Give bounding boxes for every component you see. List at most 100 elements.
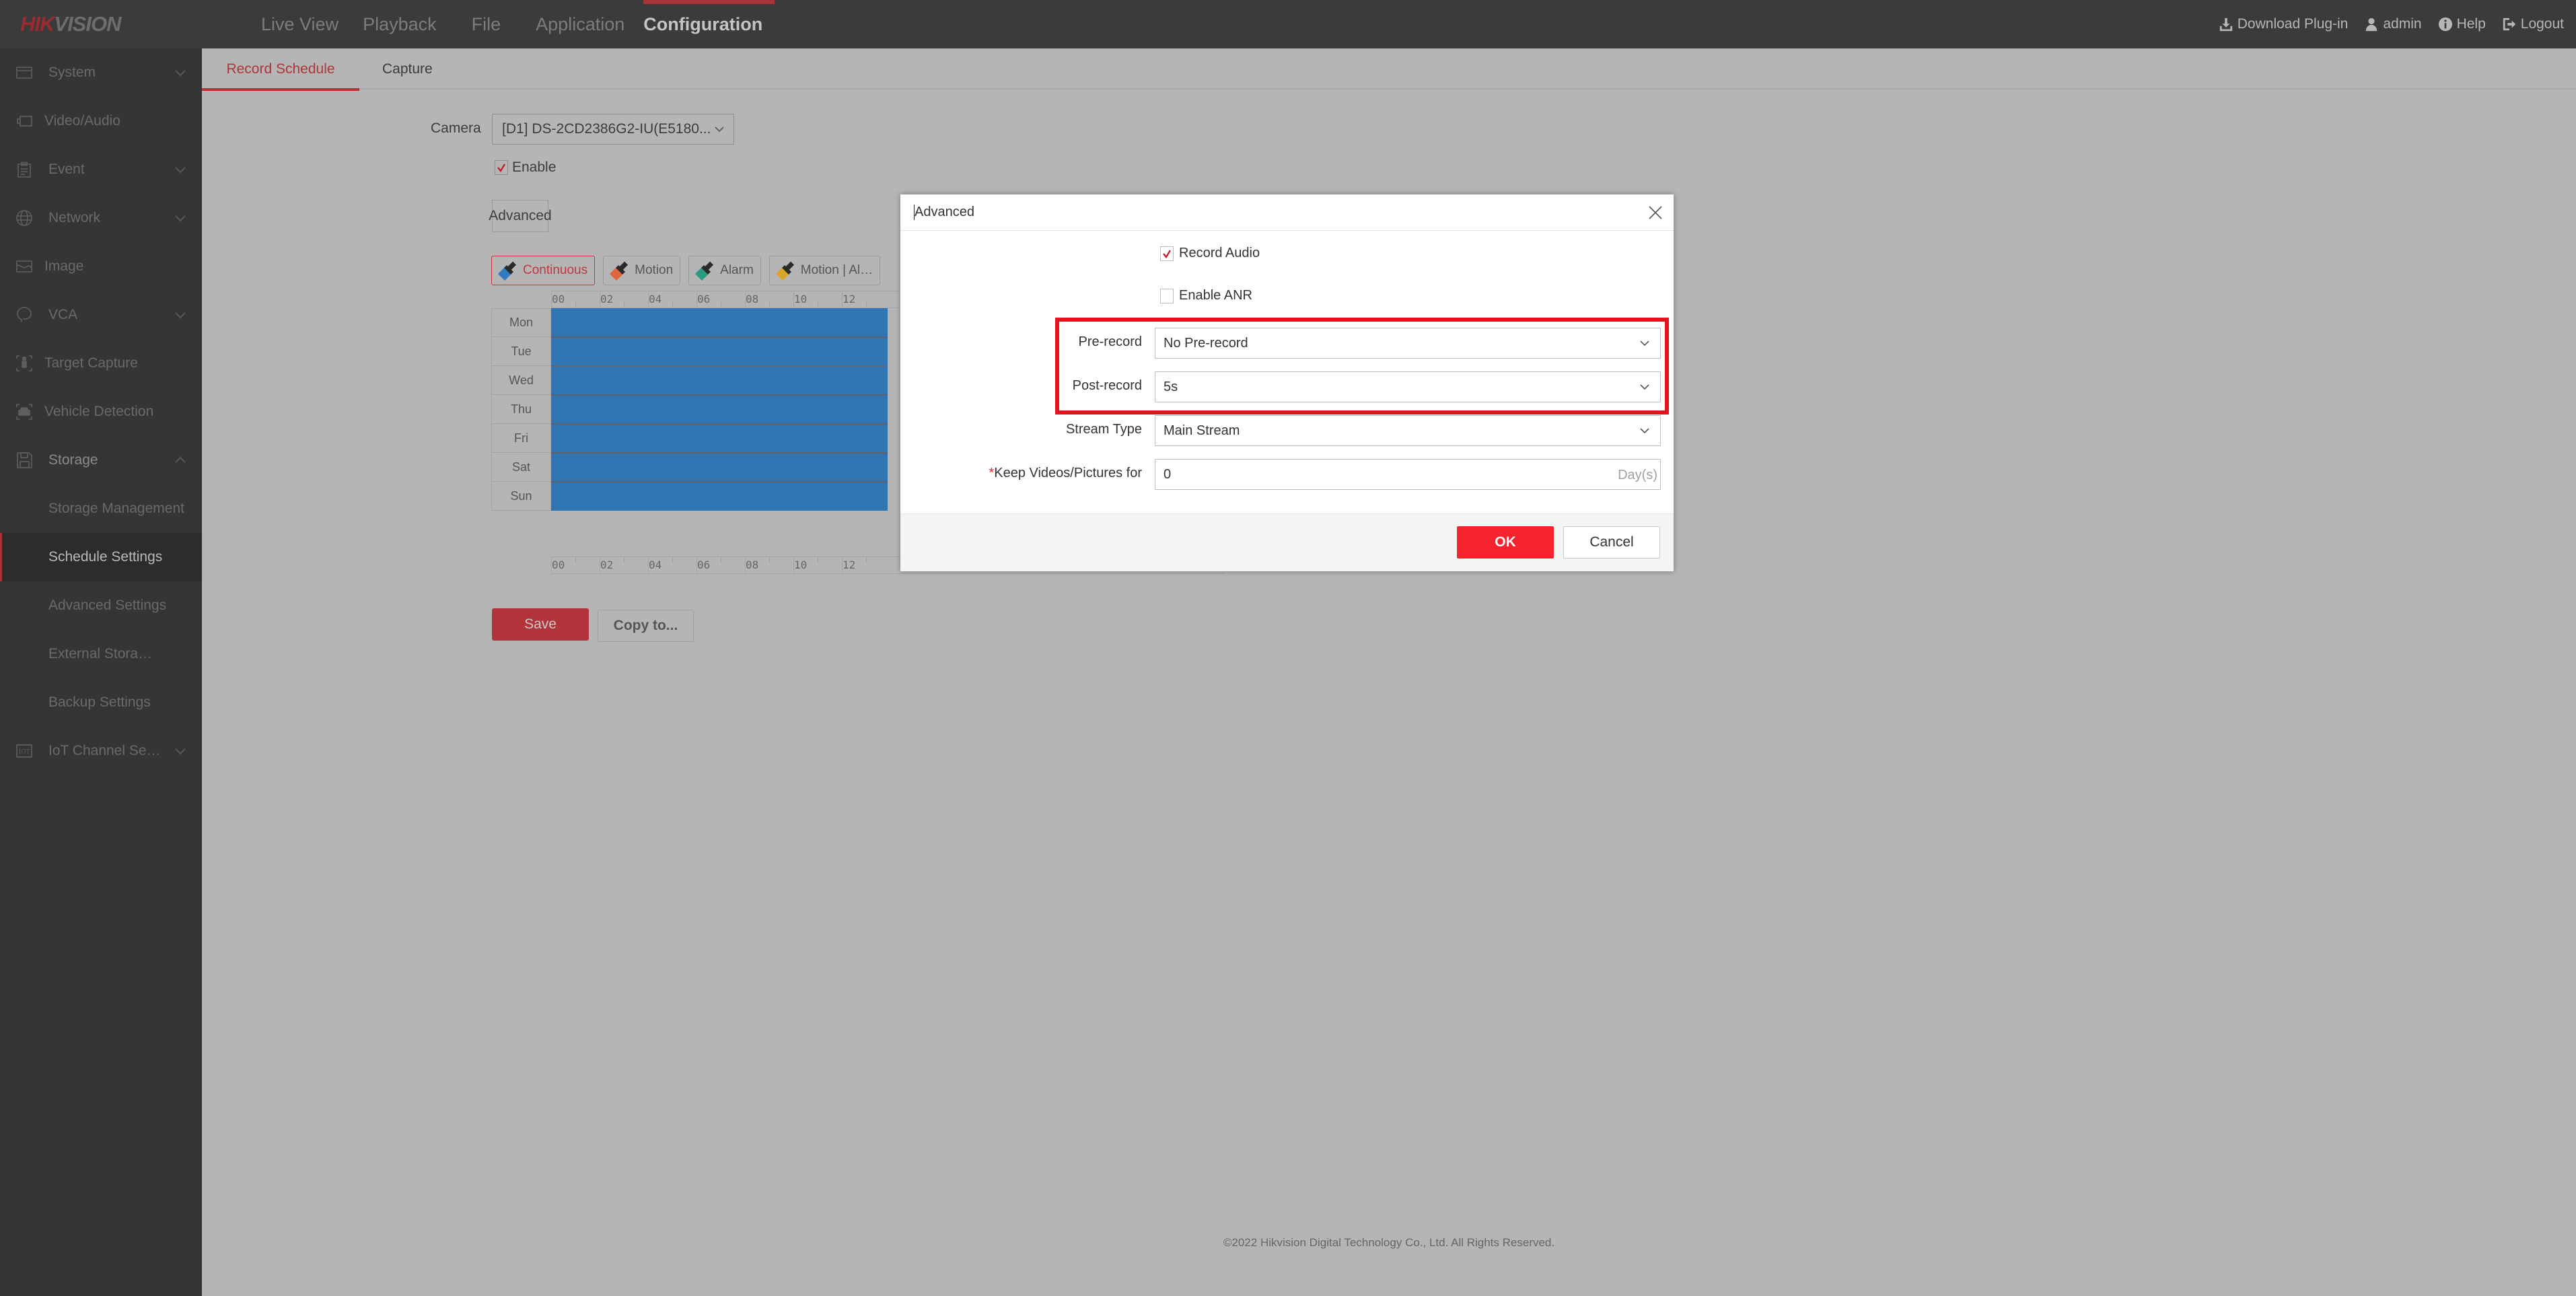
download-icon [2219, 17, 2232, 32]
hour-label: 06 [697, 293, 711, 305]
camera-select[interactable]: [D1] DS-2CD2386G2-IU(E5180... [492, 114, 734, 145]
ok-button[interactable]: OK [1457, 526, 1554, 559]
globe-icon [16, 210, 32, 226]
sidebar-item-video-audio[interactable]: Video/Audio [0, 97, 202, 145]
sidebar-item-external-storage[interactable]: External Stora… [0, 630, 202, 678]
grid-line [696, 308, 697, 511]
tab-record-schedule[interactable]: Record Schedule [202, 48, 359, 91]
nav-playback[interactable]: Playback [351, 0, 449, 48]
grid-line [733, 308, 734, 511]
dialog-title: Advanced [914, 205, 974, 220]
minor-tick [672, 557, 673, 563]
nav-configuration[interactable]: Configuration [637, 0, 775, 48]
minor-tick [769, 302, 770, 308]
chevron-down-icon [174, 744, 187, 758]
hour-label: 02 [600, 293, 614, 305]
save-button[interactable]: Save [492, 608, 589, 641]
grid-line [757, 308, 758, 511]
sidebar-item-advanced-settings[interactable]: Advanced Settings [0, 581, 202, 630]
sidebar-item-storage-management[interactable]: Storage Management [0, 484, 202, 533]
sidebar-item-image[interactable]: Image [0, 242, 202, 291]
schedule-cells[interactable] [551, 308, 888, 511]
brush-motion[interactable]: Motion [603, 256, 681, 285]
sidebar-item-schedule-settings[interactable]: Schedule Settings [0, 533, 202, 581]
hour-label: 08 [746, 293, 759, 305]
keep-duration-row: *Keep Videos/Pictures for 0 Day(s) [900, 459, 1674, 490]
chevron-down-icon [1639, 381, 1651, 397]
advanced-button[interactable]: Advanced [489, 200, 552, 232]
clipboard-icon [16, 161, 32, 178]
minor-tick [575, 302, 576, 308]
sidebar-item-network[interactable]: Network [0, 194, 202, 242]
nav-live-view[interactable]: Live View [249, 0, 351, 48]
brush-alarm[interactable]: Alarm [688, 256, 761, 285]
user-icon [2366, 17, 2377, 32]
hour-label: 12 [843, 293, 856, 305]
day-label: Sat [491, 453, 551, 482]
day-label: Tue [491, 337, 551, 366]
stream-type-select[interactable]: Main Stream [1155, 415, 1661, 446]
sidebar-item-system[interactable]: System [0, 48, 202, 97]
nav-file[interactable]: File [449, 0, 524, 48]
hour-label: 00 [552, 559, 565, 571]
day-label: Wed [491, 366, 551, 395]
chevron-down-icon [174, 66, 187, 79]
top-right-links: Download Plug-in admin Help Logout [2219, 0, 2564, 48]
dialog-footer: OK Cancel [900, 513, 1674, 571]
enable-checkbox[interactable] [495, 160, 508, 175]
user-menu[interactable]: admin [2364, 16, 2422, 32]
sidebar-item-event[interactable]: Event [0, 145, 202, 194]
postrecord-select[interactable]: 5s [1155, 371, 1661, 402]
download-plugin-link[interactable]: Download Plug-in [2219, 16, 2348, 32]
sidebar-item-vca[interactable]: VCA [0, 291, 202, 339]
close-icon [1649, 206, 1662, 219]
image-icon [16, 258, 32, 275]
record-audio-option[interactable]: Record Audio [1160, 246, 1260, 261]
copy-to-button[interactable]: Copy to... [598, 610, 694, 642]
chevron-down-icon [174, 163, 187, 176]
cancel-button[interactable]: Cancel [1563, 526, 1660, 559]
sidebar-item-iot-channel[interactable]: IOT IoT Channel Se… [0, 727, 202, 775]
keep-duration-input[interactable]: 0 Day(s) [1155, 459, 1661, 490]
hour-label: 12 [843, 559, 856, 571]
brush-toolbar: Continuous Motion Alarm Motion | Al… [491, 256, 881, 285]
prerecord-select[interactable]: No Pre-record [1155, 328, 1661, 359]
grid-line [648, 308, 649, 511]
chevron-up-icon [174, 454, 187, 467]
enable-anr-option[interactable]: Enable ANR [1160, 288, 1252, 303]
brush-motion-al[interactable]: Motion | Al… [768, 256, 881, 285]
brush-icon [695, 261, 714, 281]
checkmark-icon [1163, 249, 1172, 258]
day-separator [551, 452, 888, 454]
nav-application[interactable]: Application [524, 0, 637, 48]
chevron-down-icon [174, 308, 187, 322]
sidebar-item-backup-settings[interactable]: Backup Settings [0, 678, 202, 727]
checkmark-icon [497, 164, 506, 172]
top-bar: HIKVISION Live View Playback File Applic… [0, 0, 2576, 48]
info-icon [2438, 17, 2452, 32]
help-link[interactable]: Help [2438, 16, 2486, 32]
day-label: Fri [491, 424, 551, 453]
car-target-icon [16, 404, 32, 420]
hour-label: 04 [649, 293, 662, 305]
enable-anr-checkbox[interactable] [1160, 288, 1174, 303]
sidebar-item-target-capture[interactable]: Target Capture [0, 339, 202, 388]
record-audio-checkbox[interactable] [1160, 246, 1174, 261]
minor-tick [866, 302, 867, 308]
sidebar-item-storage[interactable]: Storage [0, 436, 202, 484]
day-separator [551, 394, 888, 396]
camera-icon [16, 113, 32, 129]
grid-line [781, 308, 782, 511]
tab-bar: Record Schedule Capture [202, 48, 2576, 91]
hour-label: 10 [794, 293, 808, 305]
grid-line [866, 308, 867, 511]
unit-label: Day(s) [1618, 468, 1657, 482]
brush-continuous[interactable]: Continuous [491, 256, 596, 285]
tab-capture[interactable]: Capture [382, 48, 433, 89]
close-button[interactable] [1647, 204, 1664, 221]
sidebar-item-vehicle-detection[interactable]: Vehicle Detection [0, 388, 202, 436]
stream-type-row: Stream Type Main Stream [900, 415, 1674, 446]
logout-link[interactable]: Logout [2502, 16, 2564, 32]
main-nav: Live View Playback File Application Conf… [249, 0, 775, 48]
chevron-down-icon [174, 211, 187, 225]
